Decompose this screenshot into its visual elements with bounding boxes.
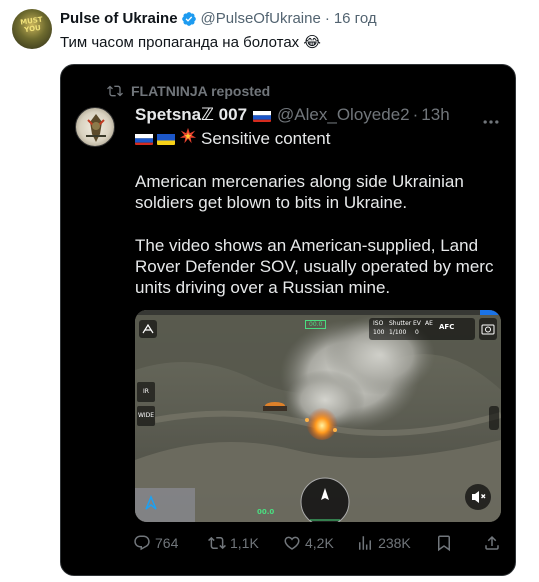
like-button[interactable]: 4,2K	[283, 534, 356, 552]
verified-badge-icon	[181, 11, 196, 26]
more-options-icon[interactable]	[481, 112, 501, 132]
camera-mode-icon	[479, 318, 497, 340]
russia-flag-icon	[253, 109, 272, 122]
mute-button[interactable]	[465, 484, 491, 510]
ev-label: EV	[413, 320, 421, 327]
author-handle[interactable]: @PulseOfUkraine	[201, 10, 321, 27]
video-player[interactable]: ISO Shutter EV AE 100 1/100 0 AFC 00.0 I…	[135, 310, 501, 522]
collision-icon	[179, 127, 197, 150]
ukraine-flag-icon	[157, 132, 175, 145]
views-chart-icon	[359, 536, 372, 550]
video-frame	[135, 310, 501, 522]
speaker-muted-icon	[472, 491, 486, 503]
quoted-timestamp[interactable]: 13h	[421, 105, 449, 125]
ev-value: 0	[415, 329, 419, 336]
gimbal-readout: 00.0	[305, 320, 327, 329]
repost-icon	[107, 85, 123, 97]
tweet-header: Pulse of Ukraine @PulseOfUkraine · 16 го…	[60, 10, 377, 27]
quoted-tweet-card[interactable]: FLATNINJA reposted Spetsnaℤ 007 @Alex_Ol…	[60, 64, 516, 576]
iso-label: ISO	[373, 320, 384, 327]
wide-button[interactable]: WIDE	[137, 406, 155, 426]
quoted-header: Spetsnaℤ 007 @Alex_Oloyede2 · 13h	[135, 105, 450, 125]
action-bar: 764 1,1K 4,2K 238K	[133, 533, 505, 553]
avatar-emblem-icon	[86, 114, 106, 142]
altitude-readout: 00.0	[257, 508, 275, 516]
repost-count: 1,1K	[230, 535, 259, 551]
russia-flag-icon	[135, 132, 153, 145]
repost-button[interactable]: 1,1K	[208, 534, 283, 552]
shutter-value: 1/100	[389, 329, 407, 336]
zoom-slider[interactable]	[489, 406, 499, 430]
navigation-arrow-icon	[143, 495, 159, 516]
views-count: 238K	[378, 535, 411, 551]
reply-icon	[134, 535, 150, 551]
ae-label: AE	[425, 320, 433, 327]
drone-mode-icon	[139, 320, 157, 338]
separator-dot: ·	[324, 10, 330, 27]
share-button[interactable]	[483, 534, 505, 552]
timestamp[interactable]: 16 год	[334, 10, 377, 27]
repost-icon	[208, 536, 226, 550]
camera-settings-panel: ISO Shutter EV AE 100 1/100 0 AFC	[369, 318, 475, 340]
views-button[interactable]: 238K	[356, 534, 435, 552]
sensitive-content-row: Sensitive content	[135, 127, 330, 150]
bookmark-icon	[437, 535, 450, 552]
repost-label: FLATNINJA reposted	[131, 83, 271, 99]
avatar[interactable]: MUST YOU	[12, 9, 52, 49]
heart-icon	[284, 536, 300, 550]
separator-dot: ·	[412, 105, 419, 124]
repost-indicator[interactable]: FLATNINJA reposted	[107, 83, 270, 99]
quoted-author-name[interactable]: Spetsnaℤ 007	[135, 105, 247, 125]
afc-label: AFC	[439, 323, 455, 331]
share-icon	[485, 535, 499, 550]
reply-button[interactable]: 764	[133, 534, 208, 552]
iso-value: 100	[373, 329, 385, 336]
avatar-label: MUST YOU	[19, 15, 44, 35]
quoted-paragraph: American mercenaries along side Ukrainia…	[135, 172, 464, 212]
sensitive-label: Sensitive content	[201, 128, 331, 148]
quoted-author-handle[interactable]: @Alex_Oloyede2	[277, 105, 410, 125]
reply-count: 764	[155, 535, 179, 551]
tweet-text: Тим часом пропаганда на болотах 😂	[60, 34, 321, 51]
like-count: 4,2K	[305, 535, 334, 551]
quoted-paragraph: The video shows an American-supplied, La…	[135, 236, 494, 297]
ir-button[interactable]: IR	[137, 382, 155, 402]
quoted-avatar[interactable]	[75, 107, 115, 147]
bookmark-button[interactable]	[435, 534, 483, 552]
shutter-label: Shutter	[389, 320, 412, 327]
author-name[interactable]: Pulse of Ukraine	[60, 10, 178, 27]
